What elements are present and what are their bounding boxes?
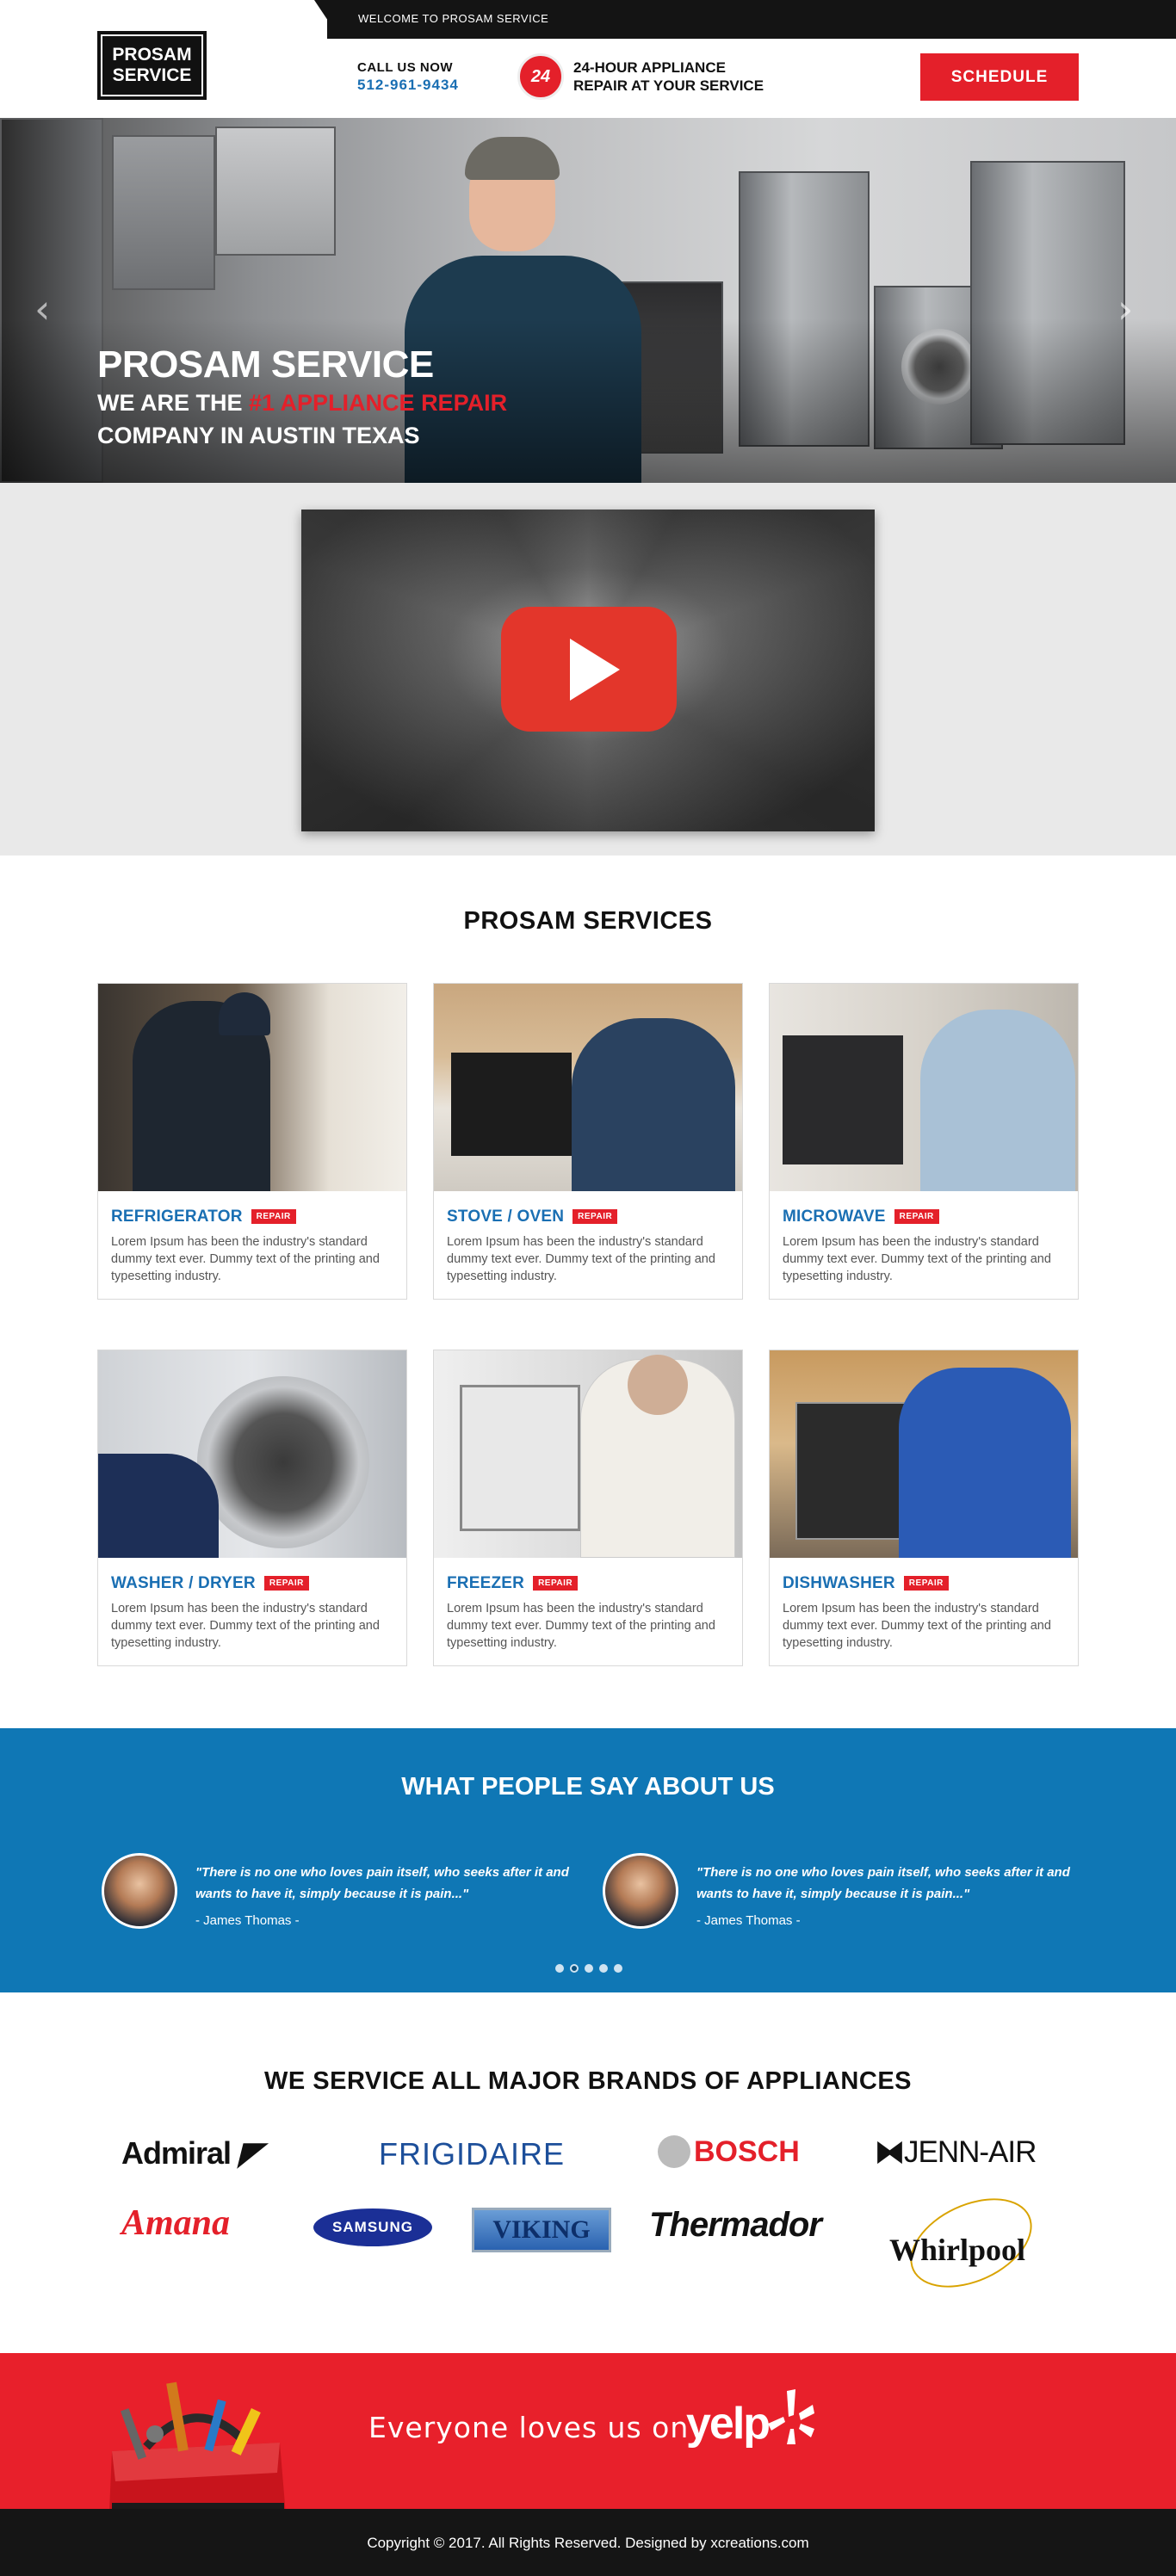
brand-frigidaire: FRIGIDAIRE — [379, 2136, 566, 2171]
technician-figure — [899, 1368, 1071, 1558]
service-image — [434, 984, 742, 1191]
repair-tag: REPAIR — [263, 1576, 309, 1591]
chevron-right-icon[interactable]: › — [1117, 286, 1133, 332]
service-description: Lorem Ipsum has been the industry's stan… — [111, 1602, 380, 1650]
avatar — [102, 1853, 177, 1929]
technician-arm — [98, 1454, 219, 1558]
hours-line1: 24-HOUR APPLIANCE — [573, 59, 726, 76]
brand-samsung: SAMSUNG — [313, 2208, 432, 2246]
service-name: REFRIGERATOR REPAIR — [111, 1208, 296, 1226]
service-card[interactable]: STOVE / OVEN REPAIR Lorem Ipsum has been … — [433, 983, 743, 1300]
carousel-dot[interactable] — [614, 1964, 622, 1973]
service-description: Lorem Ipsum has been the industry's stan… — [447, 1602, 715, 1650]
service-image — [98, 984, 406, 1191]
carousel-dot[interactable] — [599, 1964, 608, 1973]
service-description: Lorem Ipsum has been the industry's stan… — [111, 1235, 380, 1283]
hero-highlight: #1 APPLIANCE REPAIR — [249, 390, 508, 416]
testimonials-section: WHAT PEOPLE SAY ABOUT US "There is no on… — [0, 1728, 1176, 1992]
copyright-text: Copyright © 2017. All Rights Reserved. D… — [367, 2535, 809, 2551]
service-name: WASHER / DRYER REPAIR — [111, 1574, 309, 1593]
brand-whirlpool: Whirlpool — [881, 2180, 1053, 2306]
carousel-dot[interactable] — [585, 1964, 593, 1973]
service-card[interactable]: WASHER / DRYER REPAIR Lorem Ipsum has bee… — [97, 1350, 407, 1666]
oven-figure — [783, 1035, 903, 1164]
24-hour-badge-icon: 24 — [517, 53, 564, 100]
hero-slider: ‹ › PROSAM SERVICE WE ARE THE #1 APPLIAN… — [0, 118, 1176, 483]
video-player[interactable] — [301, 510, 875, 831]
phone-number[interactable]: 512-961-9434 — [357, 77, 459, 94]
brand-thermador: Thermador — [649, 2206, 822, 2244]
site-logo[interactable]: PROSAM SERVICE — [97, 31, 207, 100]
service-image — [770, 1350, 1078, 1558]
testimonial-author: - James Thomas - — [696, 1913, 801, 1928]
welcome-text: WELCOME TO PROSAM SERVICE — [358, 12, 549, 25]
service-name: STOVE / OVEN REPAIR — [447, 1208, 618, 1226]
hero-title: PROSAM SERVICE — [97, 343, 434, 386]
services-title: PROSAM SERVICES — [463, 907, 713, 935]
service-description: Lorem Ipsum has been the industry's stan… — [447, 1235, 715, 1283]
service-name: MICROWAVE REPAIR — [783, 1208, 939, 1226]
service-name: FREEZER REPAIR — [447, 1574, 579, 1593]
yelp-tagline: Everyone loves us on — [368, 2411, 690, 2444]
logo-line2: SERVICE — [112, 65, 192, 85]
play-icon[interactable] — [501, 607, 677, 732]
carousel-dots — [555, 1964, 622, 1973]
hours-text: 24-HOUR APPLIANCE REPAIR AT YOUR SERVICE — [573, 59, 764, 95]
repair-tag: REPAIR — [894, 1209, 939, 1224]
service-image — [434, 1350, 742, 1558]
call-us-label: CALL US NOW — [357, 60, 454, 75]
hero-line2: WE ARE THE #1 APPLIANCE REPAIR — [97, 386, 507, 419]
oven-figure — [451, 1053, 572, 1156]
brand-jenn-air: ⧓JENN-AIR — [875, 2135, 1037, 2169]
service-description: Lorem Ipsum has been the industry's stan… — [783, 1602, 1051, 1650]
testimonial-quote: "There is no one who loves pain itself, … — [195, 1865, 569, 1901]
brand-bosch: BOSCH — [658, 2135, 800, 2169]
yelp-logo[interactable]: yelp — [686, 2398, 771, 2449]
carousel-dot-active[interactable] — [570, 1964, 579, 1973]
schedule-button[interactable]: SCHEDULE — [920, 53, 1079, 101]
service-name: DISHWASHER REPAIR — [783, 1574, 949, 1593]
repair-tag: REPAIR — [533, 1576, 579, 1591]
freezer-figure — [460, 1385, 580, 1531]
service-description: Lorem Ipsum has been the industry's stan… — [783, 1235, 1051, 1283]
hero-text: PROSAM SERVICE WE ARE THE #1 APPLIANCE R… — [97, 343, 507, 452]
carousel-dot[interactable] — [555, 1964, 564, 1973]
brands-title: WE SERVICE ALL MAJOR BRANDS OF APPLIANCE… — [263, 2067, 912, 2095]
service-card[interactable]: DISHWASHER REPAIR Lorem Ipsum has been th… — [769, 1350, 1079, 1666]
chevron-left-icon[interactable]: ‹ — [34, 286, 50, 332]
badge-text: 24 — [530, 66, 551, 86]
hero-line3: COMPANY IN AUSTIN TEXAS — [97, 423, 420, 448]
brand-amana: Amana — [121, 2203, 231, 2243]
repair-tag: REPAIR — [903, 1576, 949, 1591]
service-card[interactable]: MICROWAVE REPAIR Lorem Ipsum has been the… — [769, 983, 1079, 1300]
avatar — [603, 1853, 678, 1929]
hero-line2-prefix: WE ARE THE — [97, 390, 250, 416]
technician-figure — [920, 1010, 1075, 1191]
hours-line2: REPAIR AT YOUR SERVICE — [573, 77, 764, 94]
repair-tag: REPAIR — [573, 1209, 618, 1224]
play-triangle — [570, 638, 620, 701]
repair-tag: REPAIR — [251, 1209, 296, 1224]
logo-line1: PROSAM — [112, 45, 192, 65]
testimonial-quote: "There is no one who loves pain itself, … — [696, 1865, 1070, 1901]
brand-admiral: Admiral ◤ — [121, 2135, 263, 2171]
service-image — [770, 984, 1078, 1191]
yelp-burst-icon — [768, 2389, 814, 2444]
service-card[interactable]: REFRIGERATOR REPAIR Lorem Ipsum has been … — [97, 983, 407, 1300]
brand-viking: VIKING — [472, 2208, 611, 2252]
testimonial-author: - James Thomas - — [195, 1913, 300, 1928]
bosch-icon — [658, 2135, 690, 2168]
video-section — [0, 483, 1176, 856]
testimonials-title: WHAT PEOPLE SAY ABOUT US — [401, 1773, 775, 1801]
technician-head — [628, 1355, 688, 1415]
service-card[interactable]: FREEZER REPAIR Lorem Ipsum has been the i… — [433, 1350, 743, 1666]
washer-drum — [197, 1376, 369, 1548]
service-image — [98, 1350, 406, 1558]
call-us-block: CALL US NOW 512-961-9434 — [357, 60, 459, 94]
footer: Copyright © 2017. All Rights Reserved. D… — [0, 2509, 1176, 2576]
technician-figure — [572, 1018, 735, 1191]
